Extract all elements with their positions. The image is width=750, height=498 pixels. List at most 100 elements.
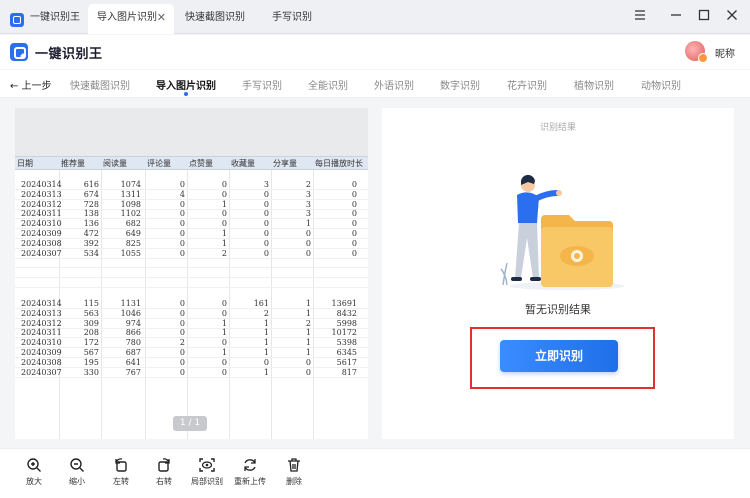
column-header: 分享量 — [273, 159, 297, 168]
minimize-icon[interactable] — [668, 9, 684, 25]
bottom-table-cell: 20240308 — [21, 357, 62, 367]
top-table-cell: 0 — [263, 229, 269, 238]
row-divider — [15, 317, 368, 319]
row-divider — [15, 208, 368, 210]
tab-handwriting[interactable]: 手写识别 — [242, 77, 282, 92]
bottom-table-cell: 5998 — [336, 318, 357, 328]
column-header: 每日播放时长 — [315, 159, 363, 168]
recognize-now-button[interactable]: 立即识别 — [500, 340, 618, 372]
window-tab-label: 手写识别 — [272, 12, 312, 23]
tab-all-in-one[interactable]: 全能识别 — [308, 77, 348, 92]
top-table-cell: 4 — [179, 189, 185, 199]
brand-logo-icon — [10, 43, 28, 61]
bottom-table-cell: 309 — [83, 318, 99, 328]
empty-state-illustration — [500, 174, 625, 290]
delete-button[interactable]: 删除 — [274, 457, 314, 487]
bottom-table-cell: 161 — [253, 299, 269, 308]
window-tab-import-image[interactable]: 导入图片识别 ✕ — [88, 4, 174, 34]
window-tab-label: 快速截图识别 — [185, 12, 245, 23]
column-divider — [271, 170, 272, 439]
bottom-table-cell: 817 — [341, 367, 357, 377]
result-title: 识别结果 — [539, 123, 576, 133]
window-tab-screenshot[interactable]: 快速截图识别 — [185, 4, 265, 34]
column-header: 收藏量 — [231, 159, 255, 168]
avatar[interactable] — [685, 41, 708, 63]
rotate-right-button[interactable]: 右转 — [144, 457, 184, 487]
column-header: 推荐量 — [61, 159, 85, 168]
top-table-cell: 0 — [179, 180, 185, 189]
column-divider — [187, 170, 188, 439]
partial-recognition-button[interactable]: 局部识别 — [187, 457, 227, 487]
top-table-cell: 0 — [263, 238, 269, 248]
close-window-icon[interactable] — [724, 9, 740, 25]
top-table-cell: 20240311 — [21, 209, 62, 219]
reupload-button[interactable]: 重新上传 — [230, 457, 270, 487]
bottom-table-cell: 0 — [221, 299, 227, 308]
tab-animals[interactable]: 动物识别 — [641, 77, 681, 92]
bottom-table-cell: 0 — [179, 328, 185, 338]
bottom-table-cell: 0 — [221, 308, 227, 318]
window-tab-home[interactable]: 一键识别王 — [0, 4, 86, 34]
tab-plants[interactable]: 植物识别 — [574, 77, 614, 92]
bottom-table-cell: 2 — [305, 318, 311, 328]
bottom-table-cell: 974 — [125, 318, 141, 328]
top-table-cell: 0 — [263, 199, 269, 209]
tab-digits[interactable]: 数字识别 — [440, 77, 480, 92]
bottom-table-cell: 1046 — [120, 308, 141, 318]
nickname-label[interactable]: 昵称 — [715, 45, 735, 60]
bottom-table-cell: 0 — [179, 299, 185, 308]
top-table-cell: 392 — [83, 238, 99, 248]
tab-foreign-language[interactable]: 外语识别 — [374, 77, 414, 92]
bottom-table-cell: 208 — [83, 328, 99, 338]
tab-import-image[interactable]: 导入图片识别 — [156, 77, 216, 96]
row-divider — [15, 189, 368, 190]
bottom-table-cell: 1 — [263, 348, 269, 357]
partial-scan-icon — [199, 458, 215, 472]
top-table-cell: 0 — [263, 209, 269, 219]
bottom-table-cell: 1 — [305, 299, 311, 308]
top-table-cell: 3 — [305, 209, 311, 219]
image-preview[interactable]: 日期 推荐量 阅读量 评论量 点赞量 收藏量 分享量 每日播放时长 20240314 616 10… — [15, 108, 368, 439]
column-divider — [229, 170, 230, 439]
zoom-in-icon — [27, 458, 41, 472]
column-header: 评论量 — [147, 159, 171, 168]
bottom-table-cell: 1 — [263, 328, 269, 338]
bottom-table-cell: 567 — [83, 348, 99, 357]
window-tab-label: 一键识别王 — [30, 12, 80, 23]
top-table-cell: 2 — [221, 248, 227, 258]
zoom-in-button[interactable]: 放大 — [14, 457, 54, 487]
bottom-table-cell: 1 — [305, 328, 311, 338]
top-table-cell: 0 — [179, 229, 185, 238]
rotate-left-button[interactable]: 左转 — [101, 457, 141, 487]
top-table-cell: 1102 — [120, 209, 141, 219]
column-divider — [313, 170, 314, 439]
tab-quick-screenshot[interactable]: 快速截图识别 — [70, 77, 130, 92]
empty-result-text: 暂无识别结果 — [525, 303, 591, 316]
close-tab-icon[interactable]: ✕ — [157, 4, 166, 32]
spreadsheet-image: 日期 推荐量 阅读量 评论量 点赞量 收藏量 分享量 每日播放时长 20240314 616 10… — [15, 156, 368, 439]
zoom-out-button[interactable]: 缩小 — [57, 457, 97, 487]
bottom-table-cell: 172 — [83, 338, 99, 348]
bottom-table-cell: 20240307 — [21, 367, 62, 377]
column-divider — [101, 170, 102, 439]
row-divider — [15, 327, 368, 329]
top-table-cell: 0 — [179, 238, 185, 248]
bottom-table-cell: 780 — [125, 338, 141, 348]
maximize-icon[interactable] — [696, 9, 712, 25]
mode-navigation: ← 上一步 快速截图识别 导入图片识别 手写识别 全能识别 外语识别 数字识别 … — [0, 70, 750, 98]
top-table-cell: 0 — [305, 248, 311, 258]
row-divider — [15, 218, 368, 220]
bottom-table-cell: 330 — [83, 367, 99, 377]
tool-label: 放大 — [26, 477, 42, 486]
bottom-table-cell: 10172 — [331, 328, 357, 338]
bottom-table-cell: 866 — [125, 328, 141, 338]
bottom-table-cell: 0 — [305, 367, 311, 377]
tab-flowers[interactable]: 花卉识别 — [507, 77, 547, 92]
app-logo-icon — [10, 13, 24, 27]
zoom-out-icon — [70, 458, 84, 472]
tool-label: 右转 — [156, 477, 172, 486]
window-tab-handwriting[interactable]: 手写识别 — [272, 4, 332, 34]
back-button[interactable]: ← 上一步 — [10, 77, 52, 92]
menu-icon[interactable] — [632, 9, 648, 25]
tool-label: 缩小 — [69, 477, 85, 486]
